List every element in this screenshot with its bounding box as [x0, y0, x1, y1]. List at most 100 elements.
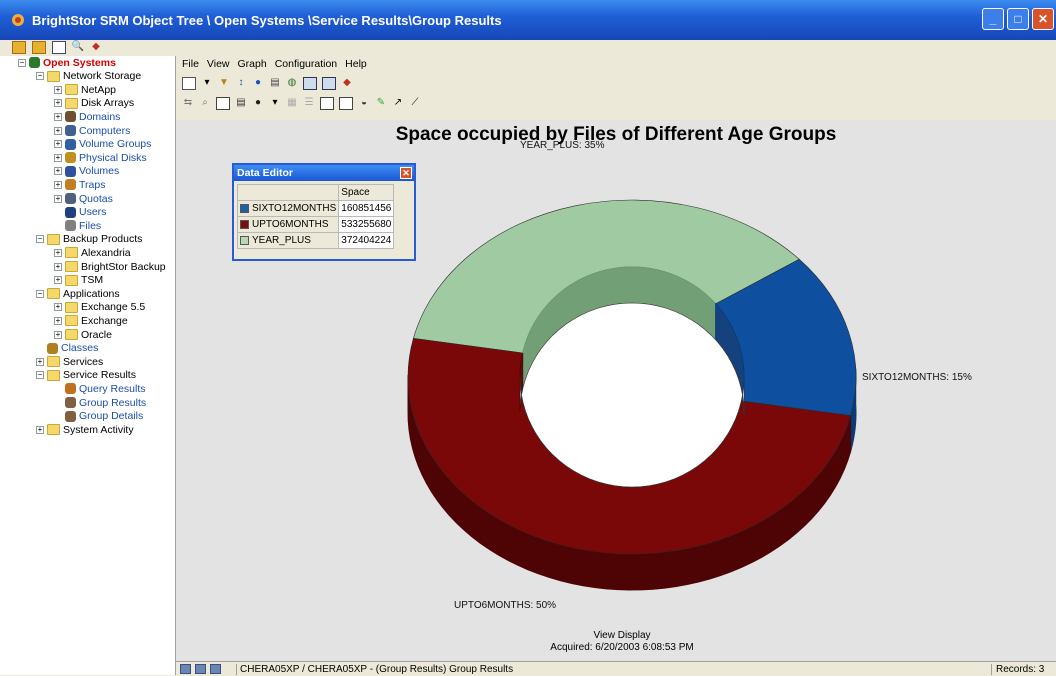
tree-item[interactable]: + Volumes	[54, 165, 119, 178]
tree-item[interactable]: − Network Storage	[36, 70, 141, 83]
tree-item[interactable]: + Alexandria	[54, 246, 131, 259]
maximize-button[interactable]: □	[1007, 8, 1029, 30]
expand-toggle-icon[interactable]: +	[54, 140, 62, 149]
sort-icon[interactable]: ↕	[235, 78, 247, 89]
zoom-icon[interactable]: ⌕	[199, 98, 211, 109]
copy-icon[interactable]	[303, 76, 317, 90]
data-editor-title-bar[interactable]: Data Editor ✕	[234, 165, 414, 181]
data-editor-icon[interactable]	[320, 96, 334, 110]
row-value[interactable]: 372404224	[338, 232, 395, 249]
expand-toggle-icon[interactable]: +	[54, 99, 62, 108]
3d-icon[interactable]: ◒	[358, 98, 370, 109]
info-icon[interactable]: ●	[252, 78, 264, 89]
status-icon-2[interactable]	[195, 664, 206, 674]
tree-item[interactable]: Users	[54, 206, 106, 219]
pan-icon[interactable]: ⇆	[182, 98, 194, 109]
tree-item[interactable]: − Applications	[36, 287, 120, 300]
paste-icon[interactable]	[322, 76, 336, 90]
row-value[interactable]: 533255680	[338, 216, 395, 233]
menu-file[interactable]: File	[182, 58, 199, 70]
properties-icon[interactable]	[52, 40, 66, 54]
menu-view[interactable]: View	[207, 58, 230, 70]
expand-toggle-icon[interactable]: +	[54, 112, 62, 121]
tree-item[interactable]: + Oracle	[54, 328, 112, 341]
tree-item[interactable]: − Open Systems	[18, 56, 116, 69]
tree-item[interactable]: + Disk Arrays	[54, 97, 134, 110]
tree-item[interactable]: + NetApp	[54, 83, 116, 96]
tree-item[interactable]: + System Activity	[36, 423, 134, 436]
expand-toggle-icon[interactable]: +	[54, 262, 62, 271]
tree-item[interactable]: + Computers	[54, 124, 130, 137]
expand-toggle-icon[interactable]: +	[54, 276, 62, 285]
tree-item[interactable]: + Quotas	[54, 192, 113, 205]
expand-toggle-icon[interactable]: +	[54, 180, 62, 189]
status-icon-3[interactable]	[210, 664, 221, 674]
minimize-button[interactable]: _	[982, 8, 1004, 30]
print-preview-icon[interactable]	[216, 96, 230, 110]
expand-toggle-icon[interactable]: −	[36, 289, 44, 298]
tree-item[interactable]: Query Results	[54, 382, 146, 395]
tree-item[interactable]: + Domains	[54, 110, 120, 123]
filter-icon[interactable]: ▼	[218, 78, 230, 89]
expand-toggle-icon[interactable]: +	[36, 357, 44, 366]
tree-item[interactable]: + Traps	[54, 178, 105, 191]
expand-toggle-icon[interactable]: +	[54, 167, 62, 176]
tree-item[interactable]: Group Details	[54, 410, 143, 423]
tree-item[interactable]: + Exchange 5.5	[54, 301, 145, 314]
expand-toggle-icon[interactable]: +	[54, 194, 62, 203]
tree-refresh-icon[interactable]	[32, 40, 46, 54]
color-icon[interactable]: ●	[252, 98, 264, 109]
table-row[interactable]: SIXTO12MONTHS 160851456	[236, 200, 395, 217]
print-icon[interactable]: ▤	[269, 78, 281, 89]
arrow-tool-icon[interactable]: ↗	[392, 98, 404, 109]
expand-toggle-icon[interactable]: +	[54, 248, 62, 257]
menu-configuration[interactable]: Configuration	[275, 58, 337, 70]
close-button[interactable]: ✕	[1032, 8, 1054, 30]
data-editor-window[interactable]: Data Editor ✕ Space SIXTO12MONTHS 160851…	[232, 163, 416, 261]
tree-item[interactable]: − Service Results	[36, 369, 136, 382]
data-editor-close-button[interactable]: ✕	[400, 167, 412, 179]
binoculars-icon[interactable]: 🔍	[72, 42, 84, 53]
tree-item[interactable]: Classes	[36, 342, 98, 355]
eraser-icon[interactable]: ◆	[90, 42, 102, 53]
expand-toggle-icon[interactable]: +	[54, 153, 62, 162]
legend-icon[interactable]	[339, 96, 353, 110]
tree-item[interactable]: + Volume Groups	[54, 138, 151, 151]
row-value[interactable]: 160851456	[338, 200, 395, 217]
expand-toggle-icon[interactable]: +	[54, 330, 62, 339]
grid-icon[interactable]: ▦	[286, 98, 298, 109]
menu-help[interactable]: Help	[345, 58, 367, 70]
tree-item[interactable]: + Services	[36, 355, 103, 368]
expand-toggle-icon[interactable]: +	[36, 425, 44, 434]
tree-item[interactable]: + TSM	[54, 274, 103, 287]
tree-item[interactable]: Group Results	[54, 396, 146, 409]
expand-toggle-icon[interactable]: +	[54, 316, 62, 325]
export-icon[interactable]: ◍	[286, 78, 298, 89]
menu-graph[interactable]: Graph	[238, 58, 267, 70]
table-row[interactable]: UPTO6MONTHS 533255680	[236, 216, 395, 233]
expand-toggle-icon[interactable]: −	[36, 235, 44, 244]
tree-item[interactable]: + Exchange	[54, 314, 128, 327]
expand-toggle-icon[interactable]: −	[18, 58, 26, 67]
rotate-icon[interactable]: ✎	[375, 98, 387, 109]
dropdown-arrow-icon[interactable]: ▾	[201, 78, 213, 89]
tree-up-icon[interactable]	[12, 40, 26, 54]
tree-item[interactable]: Files	[54, 219, 101, 232]
tree-item[interactable]: + BrightStor Backup	[54, 260, 166, 273]
grid-lines-icon[interactable]: ☰	[303, 98, 315, 109]
tree-item[interactable]: + Physical Disks	[54, 151, 147, 164]
draw-tool-icon[interactable]: ⟋	[409, 98, 421, 109]
expand-toggle-icon[interactable]: −	[36, 371, 44, 380]
chart-type-icon[interactable]	[182, 76, 196, 90]
status-icon-1[interactable]	[180, 664, 191, 674]
dropdown-arrow-icon[interactable]: ▾	[269, 98, 281, 109]
printer-icon[interactable]: ▤	[235, 98, 247, 109]
expand-toggle-icon[interactable]: +	[54, 303, 62, 312]
slice-label-upto6months: UPTO6MONTHS: 50%	[454, 600, 557, 611]
table-row[interactable]: YEAR_PLUS 372404224	[236, 232, 395, 249]
expand-toggle-icon[interactable]: +	[54, 85, 62, 94]
expand-toggle-icon[interactable]: +	[54, 126, 62, 135]
tree-item[interactable]: − Backup Products	[36, 233, 142, 246]
expand-toggle-icon[interactable]: −	[36, 72, 44, 81]
clear-icon[interactable]: ◆	[341, 78, 353, 89]
